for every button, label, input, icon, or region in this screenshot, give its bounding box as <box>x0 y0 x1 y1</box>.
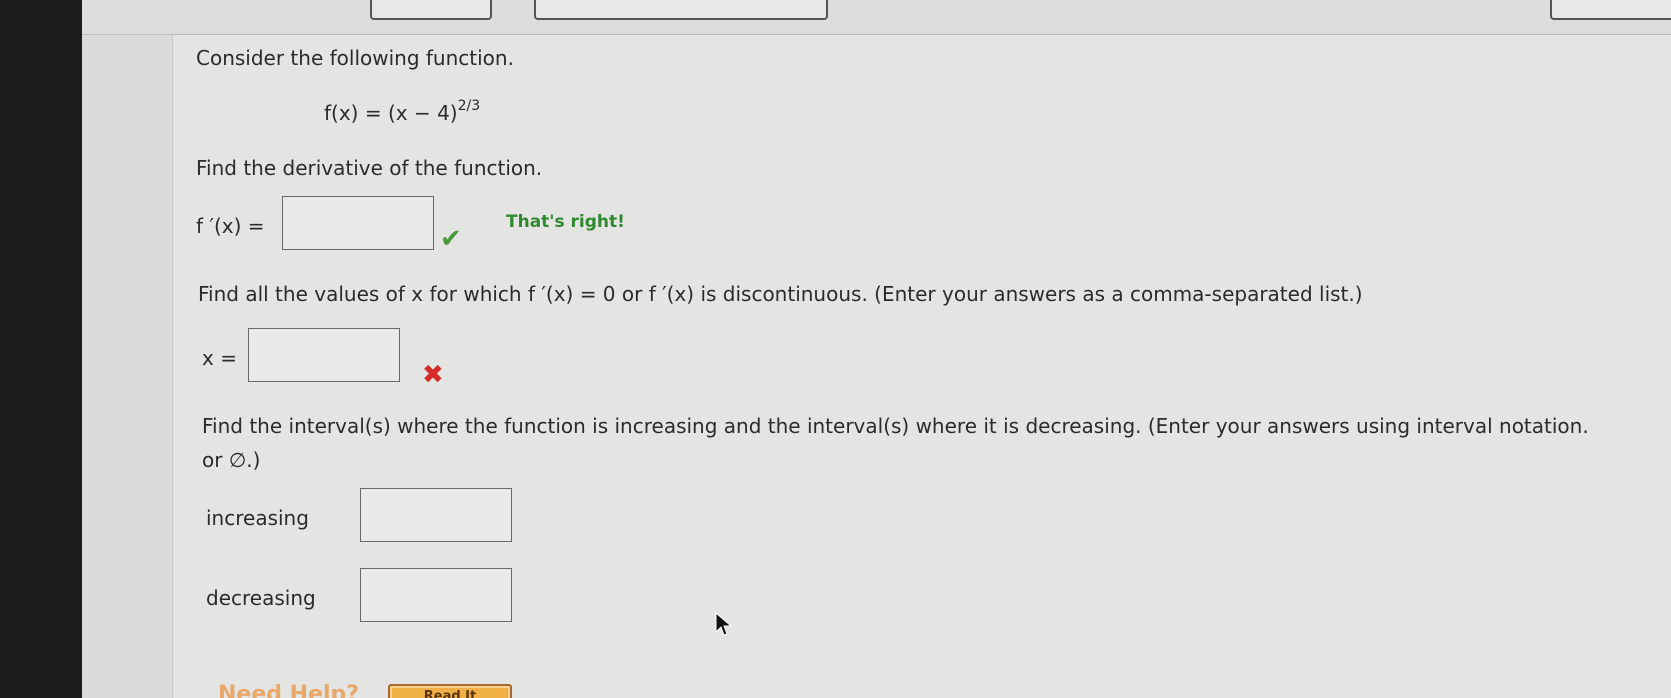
top-toolbar <box>82 0 1671 35</box>
top-tab-button-2[interactable] <box>534 0 828 20</box>
function-definition: f(x) = (x − 4)2/3 <box>324 98 480 125</box>
screen-bezel <box>0 0 82 698</box>
derivative-label: f ′(x) = <box>196 214 265 238</box>
cross-icon: ✖ <box>422 360 444 390</box>
need-help-heading: Need Help? <box>218 682 360 698</box>
mouse-cursor-icon <box>715 612 733 636</box>
critical-values-answer-field[interactable] <box>248 328 400 382</box>
function-expression: f(x) = (x − 4) <box>324 101 458 125</box>
part3-prompt-line2: or ∅.) <box>202 448 261 472</box>
decreasing-answer-field[interactable] <box>360 568 512 622</box>
correct-feedback: That's right! <box>506 212 625 232</box>
read-it-button[interactable]: Read It <box>388 684 512 698</box>
question-content: Consider the following function. f(x) = … <box>172 34 1671 698</box>
top-tab-button-1[interactable] <box>370 0 492 20</box>
top-tab-button-3[interactable] <box>1550 0 1671 20</box>
part2-prompt: Find all the values of x for which f ′(x… <box>198 282 1363 306</box>
increasing-answer-field[interactable] <box>360 488 512 542</box>
question-intro: Consider the following function. <box>196 46 514 70</box>
critical-values-label: x = <box>202 346 237 370</box>
part3-prompt-line1: Find the interval(s) where the function … <box>202 414 1589 438</box>
left-margin-panel <box>82 0 173 698</box>
function-exponent: 2/3 <box>457 98 481 114</box>
check-icon: ✔ <box>440 224 462 254</box>
decreasing-label: decreasing <box>206 586 316 610</box>
derivative-answer-field[interactable] <box>282 196 434 250</box>
part1-prompt: Find the derivative of the function. <box>196 156 543 180</box>
increasing-label: increasing <box>206 506 309 530</box>
